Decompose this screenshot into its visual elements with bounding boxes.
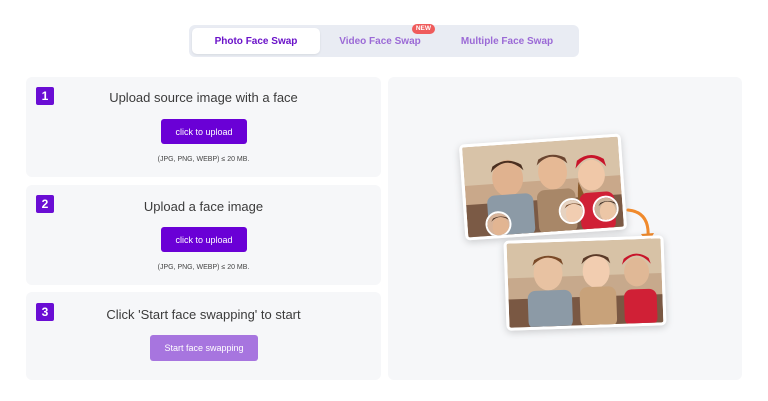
step-2-title: Upload a face image [143, 199, 264, 214]
tab-photo-face-swap-label: Photo Face Swap [214, 35, 298, 47]
mode-tabs: Photo Face Swap Video Face Swap NEW Mult… [189, 24, 579, 57]
example-result-photo [503, 235, 667, 331]
tab-multiple-face-swap[interactable]: Multiple Face Swap [440, 28, 574, 54]
tab-photo-face-swap[interactable]: Photo Face Swap [192, 28, 320, 54]
preview-panel [388, 77, 742, 380]
step-1-card: 1 Upload source image with a face click … [26, 77, 381, 177]
step-3-title: Click 'Start face swapping' to start [106, 307, 301, 322]
step-2-card: 2 Upload a face image click to upload (J… [26, 185, 381, 285]
step-3-card: 3 Click 'Start face swapping' to start S… [26, 292, 381, 380]
step-1-format-note: (JPG, PNG, WEBP) ≤ 20 MB. [157, 156, 250, 163]
start-face-swapping-button[interactable]: Start face swapping [150, 335, 258, 361]
step-2-format-note: (JPG, PNG, WEBP) ≤ 20 MB. [157, 264, 250, 271]
upload-face-button[interactable]: click to upload [161, 227, 247, 252]
upload-source-button[interactable]: click to upload [161, 119, 247, 144]
new-badge: NEW [411, 24, 435, 34]
step-1-title: Upload source image with a face [109, 90, 298, 105]
tab-video-face-swap[interactable]: Video Face Swap NEW [320, 24, 440, 54]
example-source-photo [458, 133, 628, 241]
tab-video-face-swap-label: Video Face Swap [339, 35, 421, 47]
tab-multiple-face-swap-label: Multiple Face Swap [460, 35, 554, 47]
